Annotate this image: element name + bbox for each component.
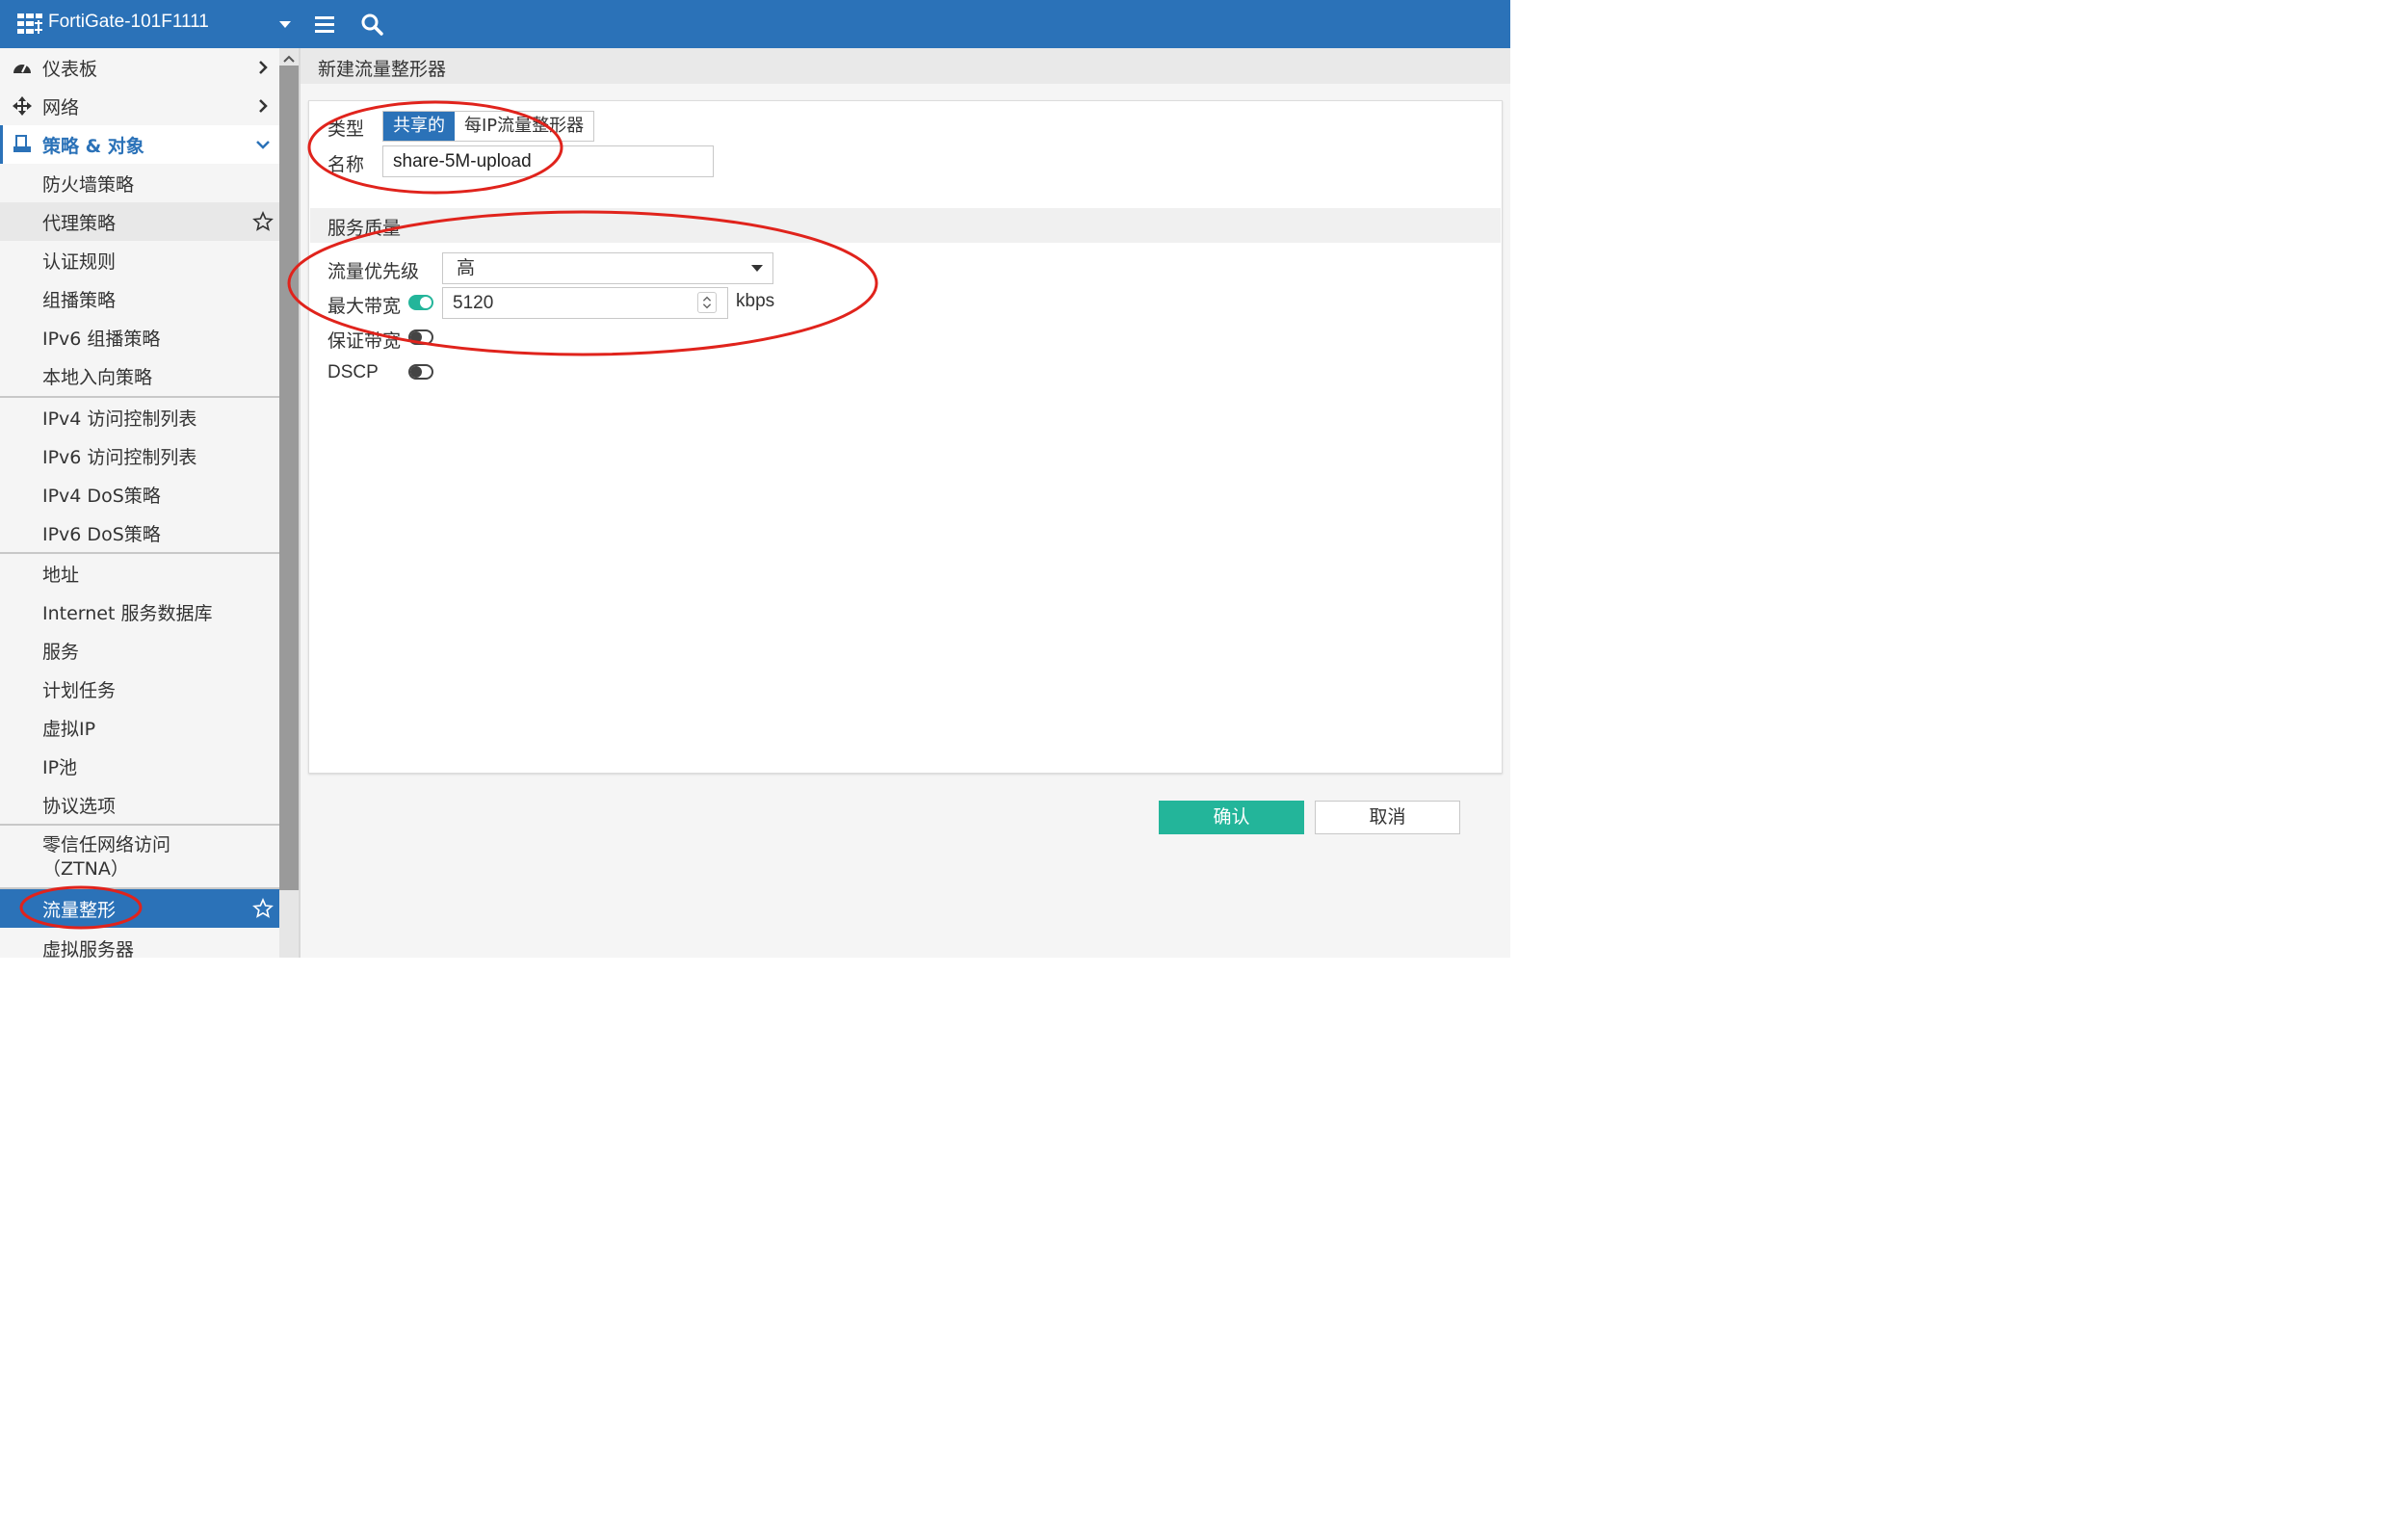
page-title: 新建流量整形器 [318, 59, 447, 80]
name-input[interactable]: share-5M-upload [382, 145, 714, 177]
sidebar-item-policy-objects[interactable]: 策略 & 对象 [0, 125, 279, 164]
scroll-up-icon[interactable] [282, 54, 296, 64]
type-label: 类型 [327, 118, 365, 140]
sidebar-item-virtual-servers[interactable]: 虚拟服务器 [0, 929, 279, 959]
sidebar-item-schedules[interactable]: 计划任务 [0, 670, 279, 708]
qos-section-title: 服务质量 [327, 218, 402, 239]
type-segmented-control: 共享的 每IP流量整形器 [382, 111, 595, 142]
sidebar-item-label: Internet 服务数据库 [42, 602, 213, 624]
sidebar-item-label: 代理策略 [42, 212, 117, 234]
sidebar-item-label: 虚拟服务器 [42, 938, 135, 959]
max-bandwidth-unit: kbps [736, 291, 775, 311]
sidebar-item-label: 服务 [42, 641, 80, 663]
dropdown-caret-icon [751, 265, 763, 272]
device-hostname[interactable]: FortiGate-101F1111 [48, 12, 209, 33]
sidebar-item-label: 本地入向策略 [42, 366, 153, 388]
toggle-knob [410, 331, 422, 343]
sidebar-item-label: 零信任网络访问 （ZTNA） [42, 833, 170, 882]
star-icon[interactable] [252, 211, 274, 232]
sidebar-item-firewall-policy[interactable]: 防火墙策略 [0, 164, 279, 202]
sidebar-item-protocol-options[interactable]: 协议选项 [0, 785, 279, 824]
sidebar-item-ipv6-multicast-policy[interactable]: IPv6 组播策略 [0, 318, 279, 356]
sidebar-item-local-in-policy[interactable]: 本地入向策略 [0, 356, 279, 395]
sidebar-item-label: 认证规则 [42, 250, 117, 273]
search-icon[interactable] [360, 13, 383, 36]
ztna-label-line1: 零信任网络访问 [42, 834, 171, 856]
sidebar-item-label: 仪表板 [42, 58, 98, 80]
chevron-right-icon [259, 99, 268, 113]
network-arrows-icon [13, 96, 32, 116]
sidebar-item-multicast-policy[interactable]: 组播策略 [0, 279, 279, 318]
sidebar-item-label: IPv6 DoS策略 [42, 523, 161, 545]
top-bar: FortiGate-101F1111 [0, 0, 1510, 48]
sidebar-item-ip-pools[interactable]: IP池 [0, 747, 279, 785]
sidebar-item-label: 协议选项 [42, 795, 117, 817]
ztna-label-line2: （ZTNA） [42, 858, 129, 880]
sidebar-item-auth-rules[interactable]: 认证规则 [0, 241, 279, 279]
device-dropdown-icon[interactable] [279, 21, 291, 28]
qos-section-header [310, 208, 1501, 243]
max-bandwidth-toggle[interactable] [408, 295, 433, 310]
sidebar-item-proxy-policy[interactable]: 代理策略 [0, 202, 279, 241]
sidebar-item-ipv4-dos[interactable]: IPv4 DoS策略 [0, 475, 279, 513]
type-option-per-ip[interactable]: 每IP流量整形器 [455, 112, 594, 141]
sidebar-item-services[interactable]: 服务 [0, 631, 279, 670]
max-bandwidth-label: 最大带宽 [327, 296, 402, 317]
form-card [308, 100, 1503, 774]
sidebar-item-label: 网络 [42, 96, 80, 118]
sidebar-item-ipv4-acl[interactable]: IPv4 访问控制列表 [0, 398, 279, 436]
priority-selected-value: 高 [457, 257, 476, 278]
confirm-button[interactable]: 确认 [1159, 801, 1304, 834]
sidebar-item-label: 计划任务 [42, 679, 117, 701]
sidebar-item-network[interactable]: 网络 [0, 87, 279, 125]
sidebar-item-internet-service-db[interactable]: Internet 服务数据库 [0, 592, 279, 631]
sidebar-item-label: IP池 [42, 756, 78, 778]
sidebar-item-label: 组播策略 [42, 289, 117, 311]
name-label: 名称 [327, 154, 365, 175]
priority-label: 流量优先级 [327, 261, 420, 282]
guaranteed-bandwidth-label: 保证带宽 [327, 330, 402, 352]
sidebar-item-label: IPv4 访问控制列表 [42, 408, 197, 430]
sidebar-item-ipv6-acl[interactable]: IPv6 访问控制列表 [0, 436, 279, 475]
cancel-button[interactable]: 取消 [1315, 801, 1460, 834]
sidebar-item-traffic-shaping[interactable]: 流量整形 [0, 889, 279, 928]
sidebar-item-dashboard[interactable]: 仪表板 [0, 48, 279, 87]
guaranteed-bandwidth-toggle[interactable] [408, 329, 433, 345]
chevron-down-icon [256, 141, 270, 149]
page-header [301, 48, 1510, 84]
sidebar-item-label: IPv4 DoS策略 [42, 485, 161, 507]
chevron-right-icon [259, 61, 268, 74]
type-option-shared[interactable]: 共享的 [383, 112, 455, 141]
sidebar-item-label: 虚拟IP [42, 718, 96, 740]
sidebar-item-label: 地址 [42, 564, 80, 586]
sidebar-item-label: IPv6 组播策略 [42, 328, 161, 350]
sidebar-scrollbar-thumb[interactable] [279, 66, 299, 890]
sidebar-item-label: 流量整形 [42, 899, 117, 921]
sidebar-nav: 仪表板 网络 策略 & 对象 防火墙策略 代理策略 认证规则 组播策略 IPv6… [0, 48, 279, 958]
star-icon[interactable] [252, 898, 274, 919]
hamburger-icon[interactable] [314, 13, 335, 35]
fortigate-logo-icon [17, 13, 42, 34]
priority-select[interactable]: 高 [442, 252, 773, 284]
sidebar-item-addresses[interactable]: 地址 [0, 554, 279, 592]
toggle-knob [420, 297, 432, 308]
number-spinner-icon[interactable] [697, 292, 717, 313]
max-bandwidth-input[interactable]: 5120 [442, 287, 728, 319]
sidebar-item-ipv6-dos[interactable]: IPv6 DoS策略 [0, 513, 279, 552]
dashboard-icon [13, 64, 31, 73]
dscp-label: DSCP [327, 362, 379, 382]
sidebar-item-label: 防火墙策略 [42, 173, 135, 196]
sidebar-item-label: 策略 & 对象 [42, 135, 144, 157]
sidebar-item-virtual-ip[interactable]: 虚拟IP [0, 708, 279, 747]
policy-document-icon [13, 135, 31, 152]
sidebar-item-label: IPv6 访问控制列表 [42, 446, 197, 468]
sidebar-item-ztna[interactable]: 零信任网络访问 （ZTNA） [0, 826, 279, 887]
toggle-knob [410, 366, 422, 378]
dscp-toggle[interactable] [408, 364, 433, 380]
